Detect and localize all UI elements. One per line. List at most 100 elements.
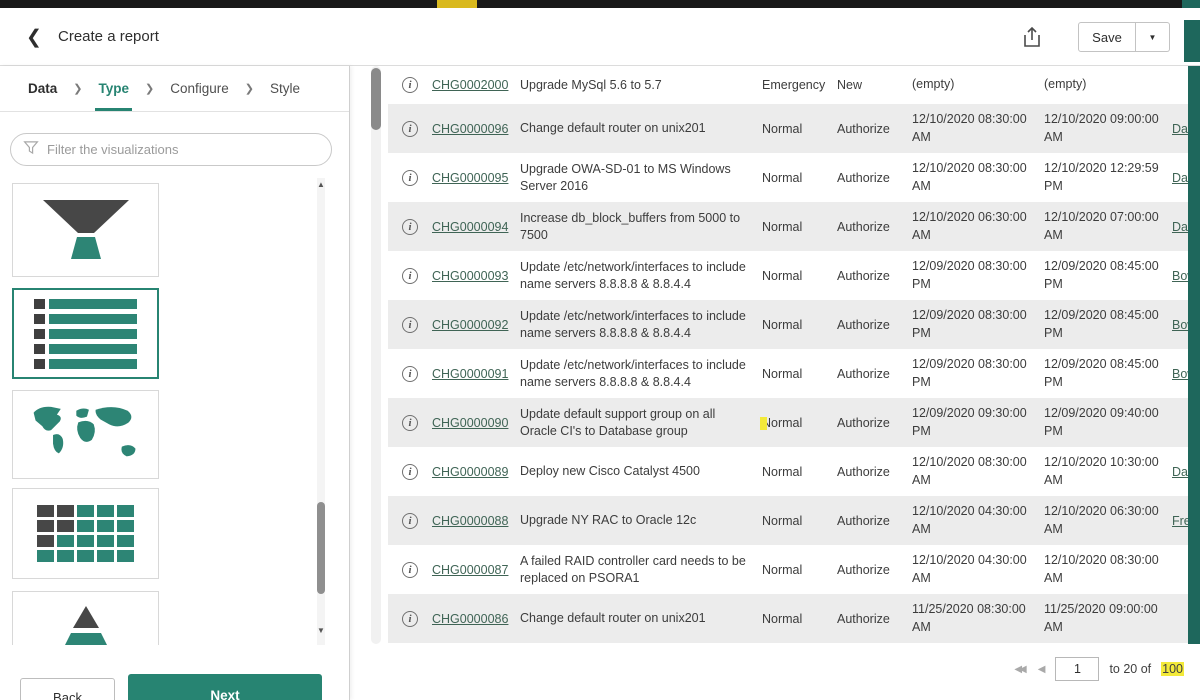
row-info-button[interactable]: i — [388, 219, 432, 235]
funnel-chart-icon — [31, 195, 141, 265]
table-row: i CHG0000087 A failed RAID controller ca… — [388, 545, 1200, 594]
info-icon: i — [402, 219, 418, 235]
start-date: 12/10/2020 08:30:00 AM — [912, 160, 1044, 195]
save-button-group: Save ▼ — [1078, 22, 1170, 52]
change-number-link[interactable]: CHG0000088 — [432, 514, 520, 528]
state-value: Authorize — [837, 465, 912, 479]
row-info-button[interactable]: i — [388, 513, 432, 529]
change-number-link[interactable]: CHG0000094 — [432, 220, 520, 234]
step-chevron-icon: ❯ — [73, 82, 82, 95]
info-icon: i — [402, 415, 418, 431]
row-info-button[interactable]: i — [388, 77, 432, 93]
table-scrollbar-thumb[interactable] — [371, 68, 381, 130]
short-description: Deploy new Cisco Catalyst 4500 — [520, 463, 762, 480]
table-row: i CHG0000089 Deploy new Cisco Catalyst 4… — [388, 447, 1200, 496]
viz-list-scrollbar-thumb[interactable] — [317, 502, 325, 594]
start-date: 12/09/2020 08:30:00 PM — [912, 258, 1044, 293]
change-table: i CHG0002000 Upgrade MySql 5.6 to 5.7 Em… — [388, 66, 1200, 643]
info-icon: i — [402, 562, 418, 578]
priority-value: Normal — [762, 612, 837, 626]
pagination: ◀◀ ◀ to 20 of 100 — [1014, 657, 1184, 681]
share-icon[interactable] — [1016, 21, 1048, 53]
row-info-button[interactable]: i — [388, 464, 432, 480]
row-info-button[interactable]: i — [388, 317, 432, 333]
start-date: 12/10/2020 08:30:00 AM — [912, 454, 1044, 489]
end-date: 12/10/2020 08:30:00 AM — [1044, 552, 1172, 587]
previous-page-icon[interactable]: ◀ — [1038, 664, 1046, 675]
step-configure[interactable]: Configure — [170, 81, 229, 96]
table-row: i CHG0000096 Change default router on un… — [388, 104, 1200, 153]
page-number-input[interactable] — [1055, 657, 1099, 681]
row-info-button[interactable]: i — [388, 562, 432, 578]
change-number-link[interactable]: CHG0000093 — [432, 269, 520, 283]
state-value: Authorize — [837, 171, 912, 185]
state-value: Authorize — [837, 416, 912, 430]
start-date: 12/09/2020 08:30:00 PM — [912, 356, 1044, 391]
priority-value: Normal — [762, 465, 837, 479]
info-icon: i — [402, 366, 418, 382]
end-date: 12/10/2020 07:00:00 AM — [1044, 209, 1172, 244]
filter-funnel-icon — [23, 140, 39, 160]
short-description: A failed RAID controller card needs to b… — [520, 553, 762, 587]
viz-card-heatmap[interactable] — [12, 488, 159, 579]
info-icon: i — [402, 464, 418, 480]
info-icon: i — [402, 170, 418, 186]
info-icon: i — [402, 317, 418, 333]
save-button[interactable]: Save — [1078, 22, 1136, 52]
priority-value: Normal — [762, 367, 837, 381]
viz-card-bar-list[interactable] — [12, 288, 159, 379]
row-info-button[interactable]: i — [388, 170, 432, 186]
scroll-down-icon[interactable]: ▼ — [314, 626, 328, 635]
right-edge-strip — [1188, 66, 1200, 644]
row-info-button[interactable]: i — [388, 268, 432, 284]
priority-value: Normal — [762, 220, 837, 234]
scroll-up-icon[interactable]: ▲ — [314, 180, 328, 189]
change-number-link[interactable]: CHG0000095 — [432, 171, 520, 185]
step-data[interactable]: Data — [28, 81, 57, 96]
change-number-link[interactable]: CHG0000092 — [432, 318, 520, 332]
change-number-link[interactable]: CHG0000087 — [432, 563, 520, 577]
change-number-link[interactable]: CHG0000096 — [432, 122, 520, 136]
change-number-link[interactable]: CHG0000086 — [432, 612, 520, 626]
start-date: 11/25/2020 08:30:00 AM — [912, 601, 1044, 636]
row-info-button[interactable]: i — [388, 611, 432, 627]
page-title: Create a report — [58, 8, 159, 65]
viz-card-funnel[interactable] — [12, 183, 159, 277]
start-date: 12/10/2020 08:30:00 AM — [912, 111, 1044, 146]
short-description: Change default router on unix201 — [520, 610, 762, 627]
change-number-link[interactable]: CHG0000090 — [432, 416, 520, 430]
step-chevron-icon: ❯ — [145, 82, 154, 95]
viz-card-map[interactable] — [12, 390, 159, 479]
priority-value: Normal — [762, 171, 837, 185]
change-number-link[interactable]: CHG0002000 — [432, 78, 520, 92]
header-right-accent — [1184, 20, 1200, 62]
table-row: i CHG0000091 Update /etc/network/interfa… — [388, 349, 1200, 398]
change-number-link[interactable]: CHG0000091 — [432, 367, 520, 381]
row-info-button[interactable]: i — [388, 415, 432, 431]
start-date: 12/10/2020 04:30:00 AM — [912, 503, 1044, 538]
first-page-icon[interactable]: ◀◀ — [1014, 664, 1027, 675]
table-row: i CHG0000093 Update /etc/network/interfa… — [388, 251, 1200, 300]
back-button[interactable]: Back — [20, 678, 115, 700]
end-date: 12/09/2020 08:45:00 PM — [1044, 307, 1172, 342]
save-dropdown-button[interactable]: ▼ — [1136, 22, 1170, 52]
change-number-link[interactable]: CHG0000089 — [432, 465, 520, 479]
step-chevron-icon: ❯ — [245, 82, 254, 95]
step-style[interactable]: Style — [270, 81, 300, 96]
step-type[interactable]: Type — [98, 81, 129, 96]
short-description: Change default router on unix201 — [520, 120, 762, 137]
back-chevron-icon[interactable]: ❮ — [18, 22, 50, 52]
info-icon: i — [402, 121, 418, 137]
start-date: 12/10/2020 06:30:00 AM — [912, 209, 1044, 244]
end-date: 12/10/2020 09:00:00 AM — [1044, 111, 1172, 146]
table-row: i CHG0000086 Change default router on un… — [388, 594, 1200, 643]
row-range-text: to 20 of — [1109, 662, 1151, 676]
row-info-button[interactable]: i — [388, 366, 432, 382]
priority-value: Normal — [762, 318, 837, 332]
state-value: Authorize — [837, 367, 912, 381]
row-info-button[interactable]: i — [388, 121, 432, 137]
filter-input[interactable] — [47, 142, 319, 157]
priority-value: Normal — [762, 563, 837, 577]
table-scrollbar-track — [371, 66, 381, 644]
next-button[interactable]: Next — [128, 674, 322, 700]
